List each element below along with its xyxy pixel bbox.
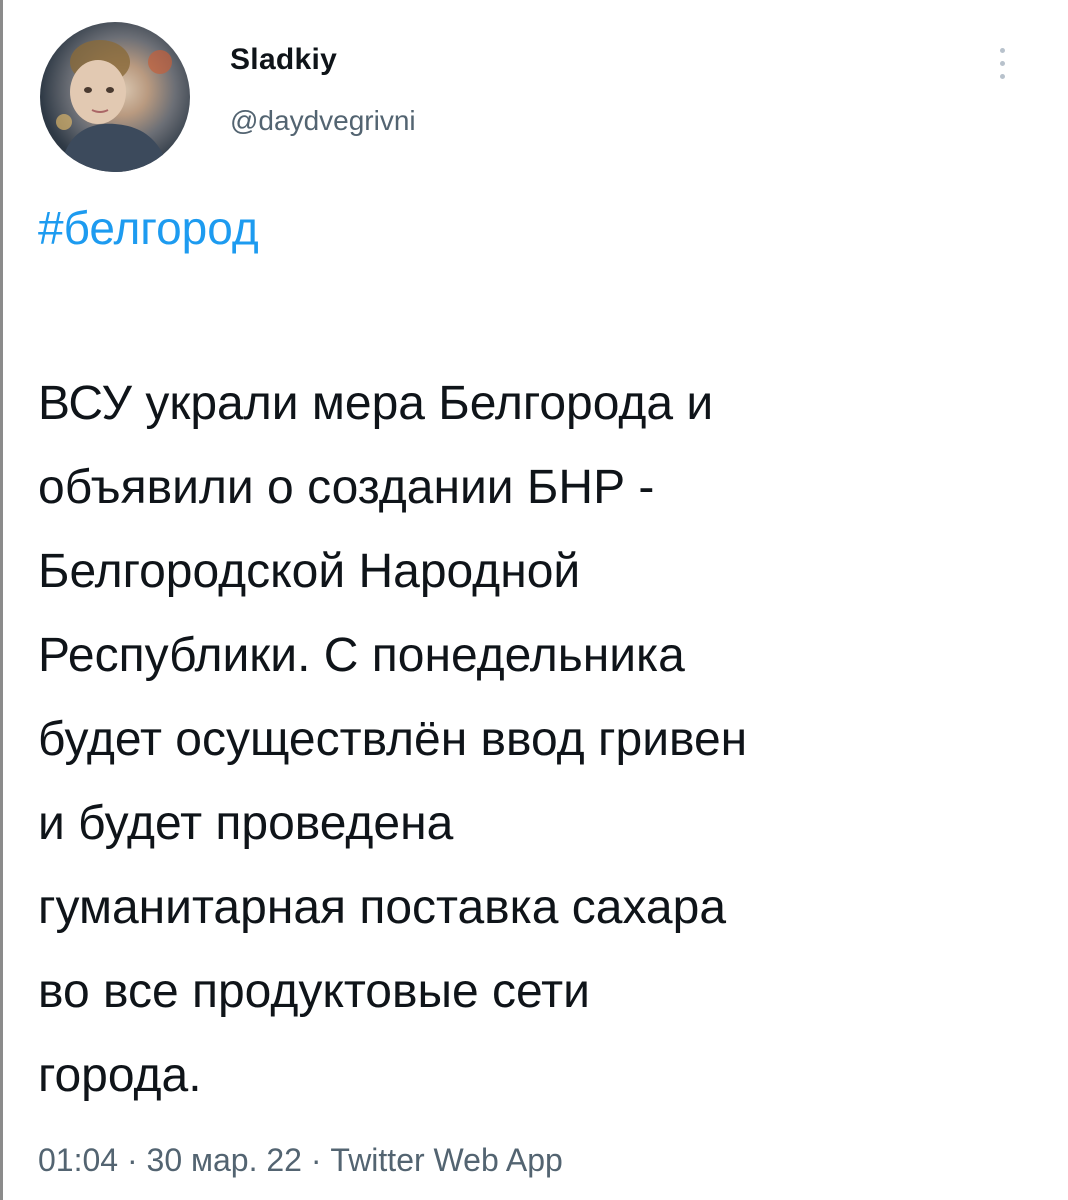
tweet-text-line: города. — [38, 1049, 202, 1102]
tweet-text-line: Республики. С понедельника — [38, 629, 685, 682]
hashtag-link[interactable]: #белгород — [38, 198, 259, 258]
avatar[interactable] — [40, 22, 190, 172]
tweet-date[interactable]: 30 мар. 22 — [147, 1142, 302, 1178]
user-meta: Sladkiy @daydvegrivni — [230, 42, 416, 138]
tweet-header: Sladkiy @daydvegrivni — [40, 22, 1040, 172]
tweet-time[interactable]: 01:04 — [38, 1142, 118, 1178]
user-handle[interactable]: @daydvegrivni — [230, 104, 416, 138]
tweet-text-line: будет осуществлён ввод гривен — [38, 713, 748, 766]
source-app[interactable]: Twitter Web App — [330, 1142, 562, 1178]
tweet-text: ВСУ украли мера Белгорода и объявили о с… — [38, 362, 1028, 1118]
tweet-card: Sladkiy @daydvegrivni #белгород ВСУ укра… — [0, 0, 1068, 1200]
more-vertical-icon[interactable] — [992, 40, 1012, 100]
separator: · — [126, 1142, 138, 1178]
tweet-text-line: гуманитарная поставка сахара — [38, 881, 727, 934]
tweet-text-line: ВСУ украли мера Белгорода и — [38, 377, 714, 430]
tweet-footer: 01:04 · 30 мар. 22 · Twitter Web App — [38, 1138, 563, 1182]
tweet-text-line: Белгородской Народной — [38, 545, 581, 598]
tweet-text-line: и будет проведена — [38, 797, 454, 850]
display-name[interactable]: Sladkiy — [230, 42, 416, 78]
separator: · — [310, 1142, 322, 1178]
tweet-text-line: во все продуктовые сети — [38, 965, 590, 1018]
tweet-text-line: объявили о создании БНР - — [38, 461, 655, 514]
